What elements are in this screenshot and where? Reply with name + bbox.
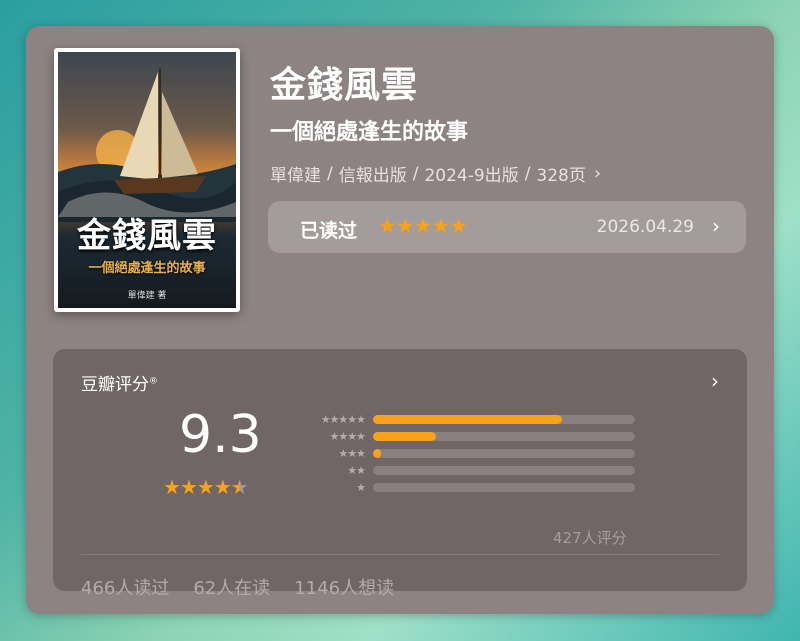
- stat-read[interactable]: 466人读过: [81, 574, 169, 600]
- book-subtitle: 一個絕處逢生的故事: [270, 120, 469, 145]
- meta-publisher: 信報出版: [338, 166, 407, 186]
- read-date: 2026.04.29: [596, 217, 694, 237]
- rating-distribution-row: ★★★: [283, 445, 635, 461]
- distribution-stars: ★★: [347, 463, 366, 477]
- rating-score: 9.3: [179, 405, 262, 465]
- distribution-bar-fill: [373, 449, 381, 458]
- distribution-stars: ★: [356, 480, 366, 494]
- cover-author: 單偉建 著: [127, 291, 167, 301]
- half-star-icon: ★: [230, 475, 249, 499]
- registered-mark: ®: [149, 376, 158, 387]
- meta-pages: 328页: [536, 166, 586, 186]
- distribution-stars: ★★★★★: [320, 412, 366, 426]
- rating-distribution-row: ★★★★: [283, 428, 635, 444]
- meta-separator: /: [524, 163, 531, 184]
- distribution-bar-fill: [373, 415, 562, 424]
- meta-separator: /: [412, 163, 419, 184]
- my-rating-stars: ★★★★★: [378, 214, 468, 238]
- book-card: 金錢風雲 一個絕處逢生的故事 單偉建 著 金錢風雲 一個絕處逢生的故事 單偉建 …: [26, 26, 774, 614]
- chevron-right-icon: ›: [712, 214, 720, 238]
- meta-separator: /: [327, 163, 333, 184]
- chevron-right-icon: ›: [593, 163, 602, 184]
- rating-distribution-row: ★: [283, 479, 635, 495]
- meta-date: 2024-9出版: [424, 166, 519, 186]
- chevron-right-icon[interactable]: ›: [711, 369, 719, 393]
- distribution-stars: ★★★★: [329, 429, 366, 443]
- distribution-bar-track: [373, 415, 635, 424]
- rating-title: 豆瓣评分®: [81, 370, 158, 395]
- book-meta[interactable]: 單偉建 / 信報出版 / 2024-9出版 / 328页 ›: [270, 161, 601, 186]
- stat-reading[interactable]: 62人在读: [193, 574, 270, 600]
- douban-rating-panel[interactable]: 豆瓣评分® › 9.3 ★★★★★ ★★★★★ ★★★★ ★★★ ★★ ★ 427人评分…: [53, 349, 747, 599]
- distribution-bar-track: [373, 466, 635, 475]
- star-icon: ★: [163, 475, 181, 499]
- star-icon: ★: [213, 475, 232, 499]
- rating-distribution-row: ★★★★★: [283, 411, 635, 427]
- rating-count: 427人评分: [553, 529, 627, 547]
- distribution-bar-track: [373, 449, 635, 458]
- read-status-bar[interactable]: 已读过 ★★★★★ 2026.04.29 ›: [268, 201, 746, 253]
- cover-title: 金錢風雲: [77, 216, 217, 256]
- stat-want[interactable]: 1146人想读: [294, 574, 394, 600]
- cover-subtitle: 一個絕處逢生的故事: [88, 261, 206, 276]
- star-icon: ★: [196, 475, 215, 499]
- distribution-bar-track: [373, 432, 635, 441]
- book-cover[interactable]: 金錢風雲 一個絕處逢生的故事 單偉建 著: [54, 48, 240, 312]
- rating-title-text: 豆瓣评分: [81, 375, 149, 395]
- distribution-stars: ★★★: [338, 446, 366, 460]
- distribution-bar-track: [373, 483, 635, 492]
- meta-author: 單偉建: [270, 166, 321, 186]
- reader-stats: 466人读过 62人在读 1146人想读: [81, 574, 394, 600]
- cover-artwork: 金錢風雲 一個絕處逢生的故事 單偉建 著: [58, 52, 236, 308]
- rating-distribution-row: ★★: [283, 462, 635, 478]
- distribution-bar-fill: [373, 432, 436, 441]
- book-title: 金錢風雲: [270, 65, 419, 106]
- read-status-label: 已读过: [300, 220, 358, 242]
- star-icon: ★: [179, 475, 198, 499]
- divider: [81, 554, 719, 555]
- rating-stars: ★★★★★: [163, 475, 249, 499]
